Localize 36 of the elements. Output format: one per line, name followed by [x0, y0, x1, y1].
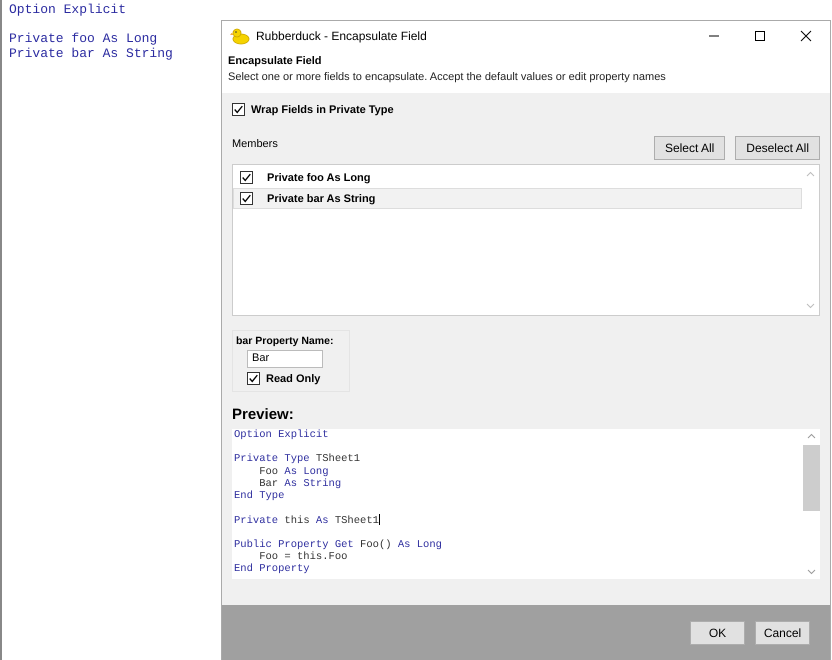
- scroll-down-icon[interactable]: [807, 569, 816, 575]
- member-item[interactable]: Private bar As String: [233, 188, 802, 209]
- dialog-button[interactable]: Cancel: [755, 620, 810, 644]
- code-line: End Property: [234, 563, 310, 576]
- preview-heading: Preview:: [232, 406, 295, 423]
- maximize-icon[interactable]: [754, 30, 766, 42]
- code-line: Bar As String: [258, 478, 342, 490]
- instructions-text: Select one or more fields to encapsulate. Accept the default values or edit property names: [228, 71, 667, 83]
- select-button[interactable]: Deselect All: [735, 136, 820, 160]
- wrap-checkbox[interactable]: [232, 103, 245, 116]
- code-line: Public Property Get Foo() As Long: [234, 538, 442, 551]
- code-line: Foo As Long: [258, 466, 329, 478]
- select-button[interactable]: Select All: [654, 136, 726, 160]
- dialog-button[interactable]: OK: [690, 620, 745, 644]
- close-icon[interactable]: [800, 30, 812, 42]
- code-line: Option Explicit: [9, 2, 126, 17]
- dialog-heading: Encapsulate Field: [228, 55, 323, 67]
- code-line: Private Type TSheet1: [234, 453, 360, 466]
- window-title: Rubberduck - Encapsulate Field: [256, 29, 427, 43]
- duck-icon: [230, 27, 250, 45]
- code-line: Private foo As Long: [9, 31, 158, 46]
- scroll-up-icon[interactable]: [807, 433, 816, 439]
- code-line: Private bar As String: [9, 46, 173, 60]
- member-checkbox[interactable]: [240, 192, 253, 205]
- group-label: bar Property Name:: [236, 335, 334, 347]
- code-line: Option Explicit: [234, 429, 329, 441]
- member-checkbox[interactable]: [240, 171, 253, 184]
- code-line: Private this As TSheet1: [234, 514, 380, 527]
- code-line: End Type: [234, 490, 284, 502]
- member-item[interactable]: Private foo As Long: [233, 167, 802, 188]
- checkbox-label[interactable]: Wrap Fields in Private Type: [251, 104, 394, 116]
- members-label: Members: [232, 138, 278, 150]
- property-name-field[interactable]: Bar: [247, 350, 323, 368]
- checkbox-label[interactable]: Read Only: [266, 372, 320, 384]
- read-only-checkbox[interactable]: [247, 372, 260, 385]
- code-line: Foo = this.Foo: [258, 550, 348, 563]
